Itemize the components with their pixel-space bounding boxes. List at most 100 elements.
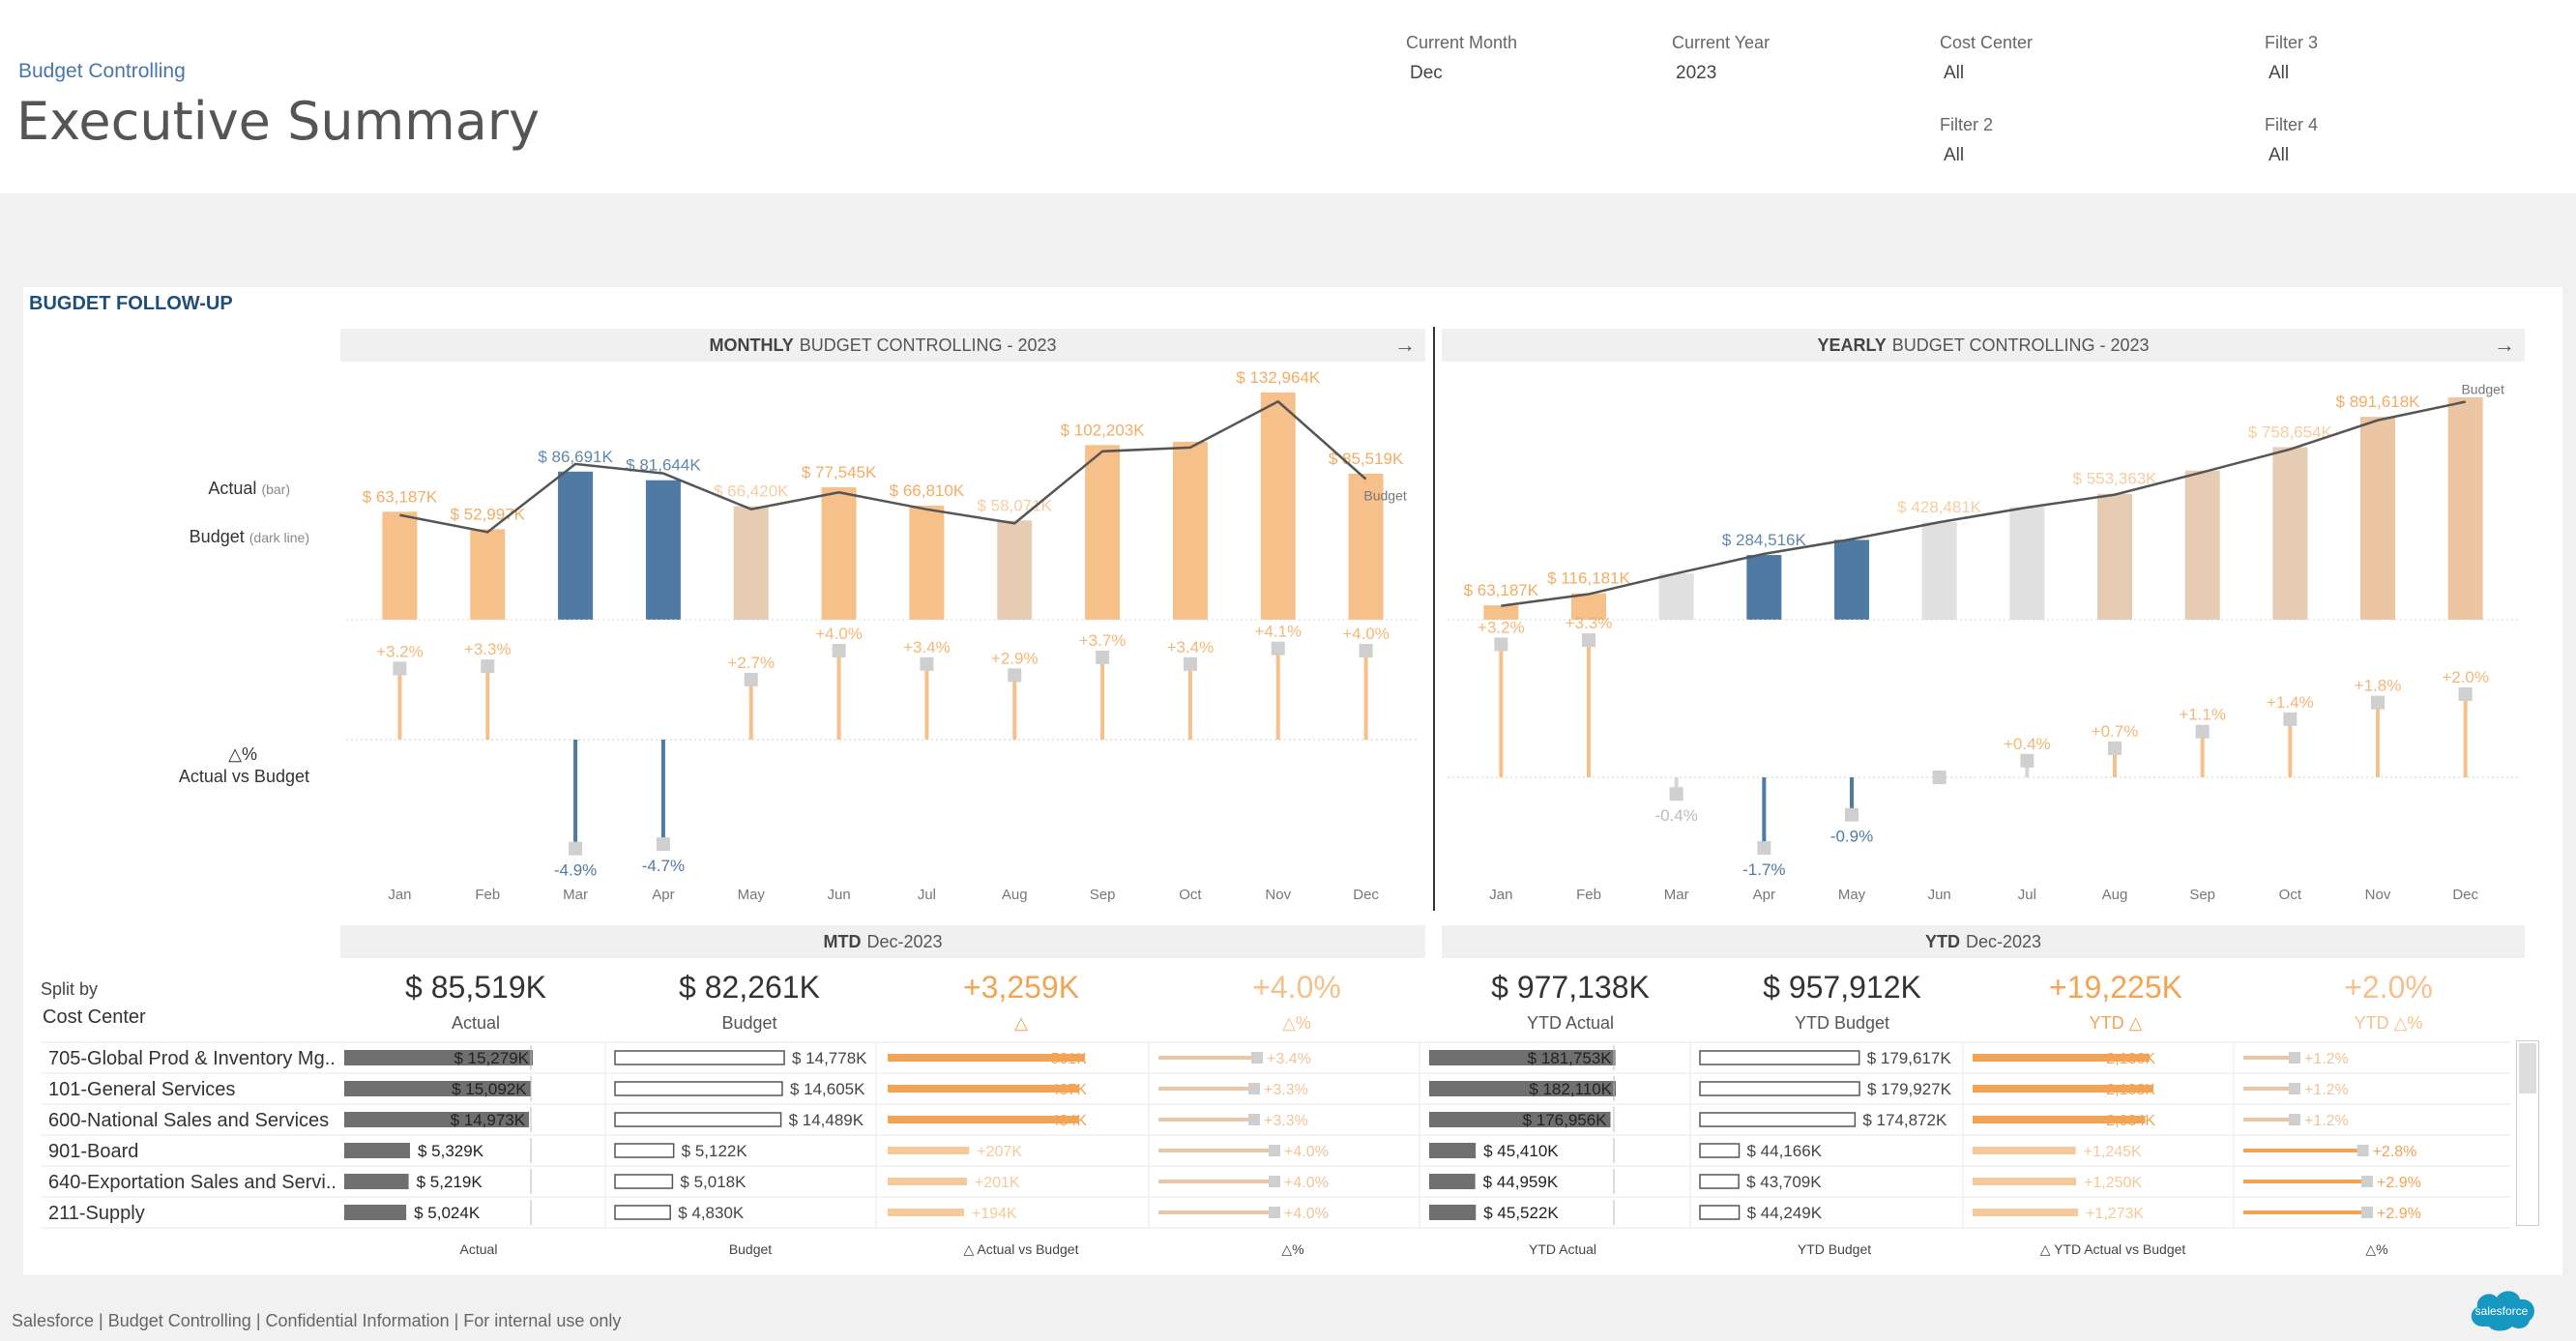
delta-marker — [1494, 637, 1508, 652]
table-cell-value: $ 14,778K — [792, 1049, 867, 1067]
delta-label: +1.1% — [2179, 706, 2226, 724]
scrollbar-thumb[interactable] — [2519, 1043, 2536, 1093]
table-bar-pct — [1158, 1210, 1274, 1214]
bar-actual — [1658, 573, 1694, 620]
table-bar-delta — [1973, 1178, 2077, 1185]
delta-marker — [832, 644, 846, 657]
table-bar-pct — [2243, 1087, 2295, 1091]
table-pct-marker — [1251, 1052, 1263, 1064]
x-tick-label: Jun — [827, 887, 850, 903]
col-footer: △% — [2365, 1241, 2388, 1257]
bar-label: $ 66,810K — [890, 481, 965, 500]
x-tick-label: Apr — [652, 887, 674, 903]
table-cell-value: $ 44,166K — [1747, 1142, 1823, 1160]
table-bar-budget — [614, 1112, 782, 1127]
table-scrollbar[interactable] — [2516, 1040, 2539, 1226]
table-pct-marker — [2288, 1052, 2300, 1064]
bar-actual — [733, 506, 769, 620]
table-bar-delta — [1973, 1209, 2079, 1216]
delta-marker — [569, 841, 583, 856]
bar-actual — [1746, 555, 1782, 620]
table-cell-value: +1,245K — [2084, 1144, 2142, 1160]
col-footer: YTD Budget — [1797, 1241, 1872, 1257]
bar-actual — [1260, 393, 1296, 620]
table-cell-value: +1.2% — [2304, 1113, 2349, 1129]
table-bar-pct — [1158, 1180, 1274, 1183]
delta-label: -0.9% — [1830, 828, 1873, 846]
bar-actual — [2097, 493, 2132, 620]
table-bar-budget — [1699, 1050, 1860, 1065]
table-row-label[interactable]: 640-Exportation Sales and Servi.. — [48, 1172, 338, 1194]
table-cell-value: $ 181,753K — [1528, 1049, 1613, 1067]
table-cell-value: +501K — [1041, 1051, 1087, 1067]
delta-marker — [744, 672, 758, 686]
salesforce-logo[interactable]: salesforce — [2464, 1284, 2539, 1334]
kpi-ytd-budget: $ 957,912K YTD Budget — [1712, 970, 1973, 1034]
table-bar-budget — [1699, 1081, 1860, 1096]
bar-actual — [2272, 447, 2308, 620]
delta-label: +4.1% — [1254, 623, 1302, 641]
table-bar-actual — [1429, 1174, 1476, 1189]
table-cell-value: $ 174,872K — [1862, 1111, 1947, 1129]
table-cell-value: +1,273K — [2086, 1206, 2144, 1222]
kpi-ytd-delta: +19,225K YTD △ — [1985, 970, 2246, 1034]
table-pct-marker — [1248, 1114, 1260, 1125]
table-bar-pct — [1158, 1087, 1254, 1091]
table-cell-value: +194K — [972, 1206, 1017, 1222]
delta-marker — [1008, 668, 1022, 683]
table-cell-value: $ 176,956K — [1523, 1111, 1608, 1129]
bar-label: $ 85,519K — [1329, 450, 1404, 468]
bar-label: $ 102,203K — [1061, 421, 1146, 439]
table-cell-value: $ 4,830K — [678, 1204, 745, 1222]
delta-marker — [1183, 656, 1197, 671]
delta-marker — [1582, 633, 1595, 648]
delta-marker — [1271, 641, 1285, 656]
x-tick-label: Jan — [388, 887, 411, 903]
bar-actual — [1834, 539, 1869, 620]
table-cell-value: +2,136K — [2097, 1051, 2155, 1067]
table-bar-pct — [2243, 1210, 2367, 1214]
delta-marker — [2108, 741, 2122, 755]
table-cell-value: +2,183K — [2097, 1082, 2155, 1098]
bar-actual — [2447, 397, 2483, 620]
kpi-value: $ 957,912K — [1763, 970, 1921, 1005]
mtd-header: MTD Dec-2023 — [340, 925, 1425, 958]
delta-marker — [2195, 724, 2210, 739]
delta-marker — [2371, 695, 2385, 710]
table-row-label[interactable]: 600-National Sales and Services — [48, 1110, 358, 1132]
table-cell-value: $ 179,927K — [1867, 1080, 1952, 1098]
kpi-value: +4.0% — [1252, 970, 1341, 1005]
table-cell-value: +1,250K — [2084, 1175, 2142, 1191]
delta-label: -1.7% — [1742, 860, 1785, 879]
kpi-value: +3,259K — [962, 970, 1080, 1005]
table-row-label[interactable]: 211-Supply — [48, 1203, 358, 1225]
kpi-value: +2.0% — [2344, 970, 2433, 1005]
x-tick-label: Oct — [2279, 887, 2302, 903]
x-tick-label: May — [738, 887, 766, 903]
x-tick-label: Feb — [475, 887, 500, 903]
delta-label: +2.0% — [2442, 668, 2489, 686]
bar-actual — [2360, 417, 2395, 620]
table-cell-value: +1.2% — [2304, 1082, 2349, 1098]
table-row-label[interactable]: 901-Board — [48, 1141, 358, 1163]
kpi-label: YTD △% — [2354, 1013, 2423, 1033]
kpi-label: YTD Budget — [1794, 1013, 1890, 1033]
table-bar-delta — [888, 1178, 967, 1185]
table-bar-pct — [1158, 1149, 1274, 1152]
logo-text: salesforce — [2475, 1304, 2529, 1318]
table-cell-value: +3.3% — [1264, 1113, 1308, 1129]
delta-marker — [920, 656, 934, 671]
table-bar-delta — [888, 1147, 970, 1154]
table-cell-value: $ 15,092K — [452, 1080, 527, 1098]
budget-charts: $ 63,187K$ 52,997K$ 86,691K $ 81,644K$ 66… — [41, 368, 2519, 1229]
delta-label: -4.9% — [554, 861, 597, 880]
table-cell-value: +3.3% — [1264, 1082, 1308, 1098]
table-row-label[interactable]: 705-Global Prod & Inventory Mg.. — [48, 1048, 358, 1070]
kpi-label: △% — [1282, 1013, 1311, 1033]
table-pct-marker — [2288, 1114, 2300, 1125]
budget-end-label: Budget — [1363, 488, 1406, 504]
delta-label: +3.4% — [903, 638, 951, 656]
table-row-label[interactable]: 101-General Services — [48, 1079, 358, 1101]
table-cell-value: +4.0% — [1284, 1206, 1329, 1222]
table-pct-marker — [2361, 1176, 2373, 1187]
